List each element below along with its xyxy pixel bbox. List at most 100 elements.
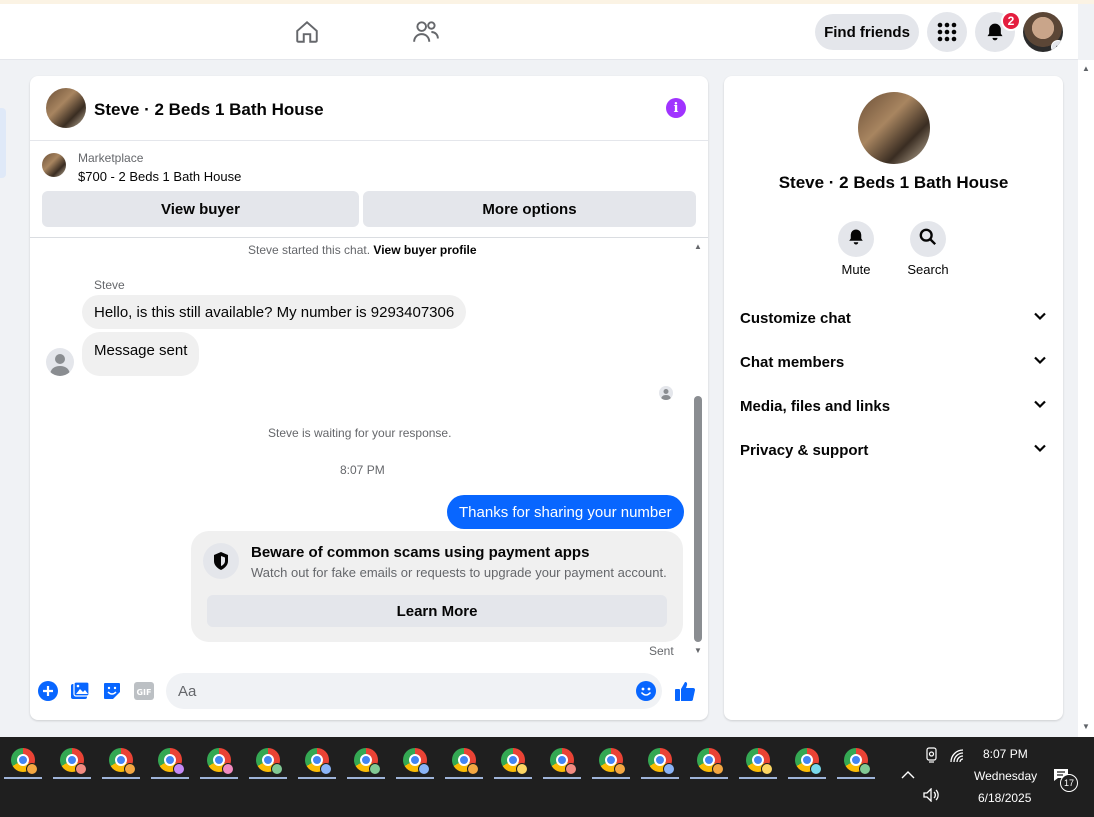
- window-scrollbar[interactable]: ▲ ▼: [1078, 60, 1094, 737]
- chat-title[interactable]: Steve · 2 Beds 1 Bath House: [94, 100, 324, 120]
- running-indicator: [788, 777, 826, 779]
- sent-status: Sent: [649, 644, 674, 658]
- chevron-down-icon: [1033, 397, 1047, 415]
- chrome-profile-taskbar-button[interactable]: [297, 741, 337, 779]
- account-avatar[interactable]: ▾: [1023, 12, 1063, 52]
- thumbs-up-icon[interactable]: [674, 680, 696, 702]
- chrome-profile-taskbar-button[interactable]: [52, 741, 92, 779]
- running-indicator: [347, 777, 385, 779]
- chrome-icon: [844, 748, 871, 775]
- section-label: Privacy & support: [740, 441, 869, 459]
- waiting-notice: Steve is waiting for your response.: [268, 426, 452, 440]
- clock-day[interactable]: Wednesday: [974, 769, 1037, 783]
- listing-avatar[interactable]: [46, 88, 86, 128]
- chrome-profile-taskbar-button[interactable]: [101, 741, 141, 779]
- sticker-icon[interactable]: [101, 680, 123, 702]
- chrome-icon: [746, 748, 773, 775]
- chevron-up-icon[interactable]: [901, 768, 915, 783]
- listing-title[interactable]: $700 - 2 Beds 1 Bath House: [78, 169, 241, 184]
- running-indicator: [690, 777, 728, 779]
- scroll-down-arrow[interactable]: ▼: [694, 646, 702, 655]
- emoji-icon[interactable]: [636, 681, 656, 701]
- search-label: Search: [907, 262, 949, 277]
- chrome-profile-taskbar-button[interactable]: [689, 741, 729, 779]
- chrome-profile-taskbar-button[interactable]: [640, 741, 680, 779]
- incoming-message[interactable]: Message sent: [82, 332, 200, 376]
- clock-time[interactable]: 8:07 PM: [983, 747, 1028, 761]
- view-buyer-profile-link[interactable]: View buyer profile: [373, 243, 476, 257]
- chevron-down-icon: [1033, 309, 1047, 327]
- chevron-down-icon: [1033, 441, 1047, 459]
- section-media-files-links[interactable]: Media, files and links: [740, 388, 1047, 424]
- search-button[interactable]: [910, 221, 946, 257]
- running-indicator: [298, 777, 336, 779]
- scroll-up-arrow[interactable]: ▲: [1082, 64, 1090, 73]
- running-indicator: [739, 777, 777, 779]
- scroll-up-arrow[interactable]: ▲: [694, 242, 702, 251]
- message-composer[interactable]: [166, 673, 662, 709]
- outgoing-message[interactable]: Thanks for sharing your number: [447, 495, 684, 529]
- chrome-profile-taskbar-button[interactable]: [346, 741, 386, 779]
- running-indicator: [543, 777, 581, 779]
- profile-badge-icon: [124, 763, 136, 775]
- sender-avatar[interactable]: [46, 348, 74, 376]
- profile-badge-icon: [614, 763, 626, 775]
- chrome-profile-taskbar-button[interactable]: [493, 741, 533, 779]
- menu-grid-icon[interactable]: [927, 12, 967, 52]
- info-icon[interactable]: i: [666, 98, 686, 118]
- chrome-profile-taskbar-button[interactable]: [542, 741, 582, 779]
- notification-count-badge: 17: [1060, 774, 1078, 792]
- profile-badge-icon: [516, 763, 528, 775]
- section-privacy-support[interactable]: Privacy & support: [740, 432, 1047, 468]
- plus-icon[interactable]: [37, 680, 59, 702]
- scroll-down-arrow[interactable]: ▼: [1082, 722, 1090, 731]
- more-options-button[interactable]: More options: [363, 191, 696, 227]
- chat-details-panel: Steve · 2 Beds 1 Bath House Mute Search …: [724, 76, 1063, 720]
- mute-button[interactable]: [838, 221, 874, 257]
- clock-date[interactable]: 6/18/2025: [978, 791, 1031, 805]
- chrome-profile-taskbar-button[interactable]: [738, 741, 778, 779]
- find-friends-button[interactable]: Find friends: [815, 14, 919, 50]
- chat-scrollbar[interactable]: [694, 396, 702, 642]
- learn-more-button[interactable]: Learn More: [207, 595, 667, 627]
- chrome-icon: [158, 748, 185, 775]
- friends-icon[interactable]: [412, 18, 440, 46]
- chrome-icon: [354, 748, 381, 775]
- chrome-profile-taskbar-button[interactable]: [248, 741, 288, 779]
- chrome-profile-taskbar-button[interactable]: [787, 741, 827, 779]
- incoming-message[interactable]: Hello, is this still available? My numbe…: [82, 295, 467, 329]
- wifi-icon[interactable]: [950, 749, 966, 766]
- running-indicator: [249, 777, 287, 779]
- running-indicator: [102, 777, 140, 779]
- section-chat-members[interactable]: Chat members: [740, 344, 1047, 380]
- chrome-profile-taskbar-button[interactable]: [836, 741, 876, 779]
- section-label: Customize chat: [740, 309, 851, 327]
- profile-badge-icon: [761, 763, 773, 775]
- section-customize-chat[interactable]: Customize chat: [740, 300, 1047, 336]
- volume-icon[interactable]: [923, 787, 941, 805]
- chrome-profile-taskbar-button[interactable]: [591, 741, 631, 779]
- chrome-icon: [550, 748, 577, 775]
- photo-icon[interactable]: [69, 680, 91, 702]
- panel-listing-avatar[interactable]: [858, 92, 930, 164]
- scam-warning-title: Beware of common scams using payment app…: [251, 544, 590, 561]
- chrome-icon: [207, 748, 234, 775]
- running-indicator: [396, 777, 434, 779]
- meet-now-icon[interactable]: [925, 747, 939, 766]
- chat-started-notice: Steve started this chat. View buyer prof…: [248, 243, 477, 257]
- chrome-profile-taskbar-button[interactable]: [199, 741, 239, 779]
- shield-icon: [203, 543, 239, 579]
- profile-badge-icon: [418, 763, 430, 775]
- chrome-profile-taskbar-button[interactable]: [444, 741, 484, 779]
- chrome-profile-taskbar-button[interactable]: [3, 741, 43, 779]
- left-sidebar-edge: [0, 60, 14, 737]
- chrome-profile-taskbar-button[interactable]: [150, 741, 190, 779]
- chrome-icon: [256, 748, 283, 775]
- home-icon[interactable]: [293, 18, 321, 46]
- chrome-profile-taskbar-button[interactable]: [395, 741, 435, 779]
- gif-icon[interactable]: GIF: [133, 680, 155, 702]
- taskbar: 8:07 PM Wednesday 6/18/2025 17: [0, 737, 1094, 817]
- view-buyer-button[interactable]: View buyer: [42, 191, 359, 227]
- panel-title: Steve · 2 Beds 1 Bath House: [778, 173, 1009, 192]
- message-input[interactable]: [178, 673, 618, 709]
